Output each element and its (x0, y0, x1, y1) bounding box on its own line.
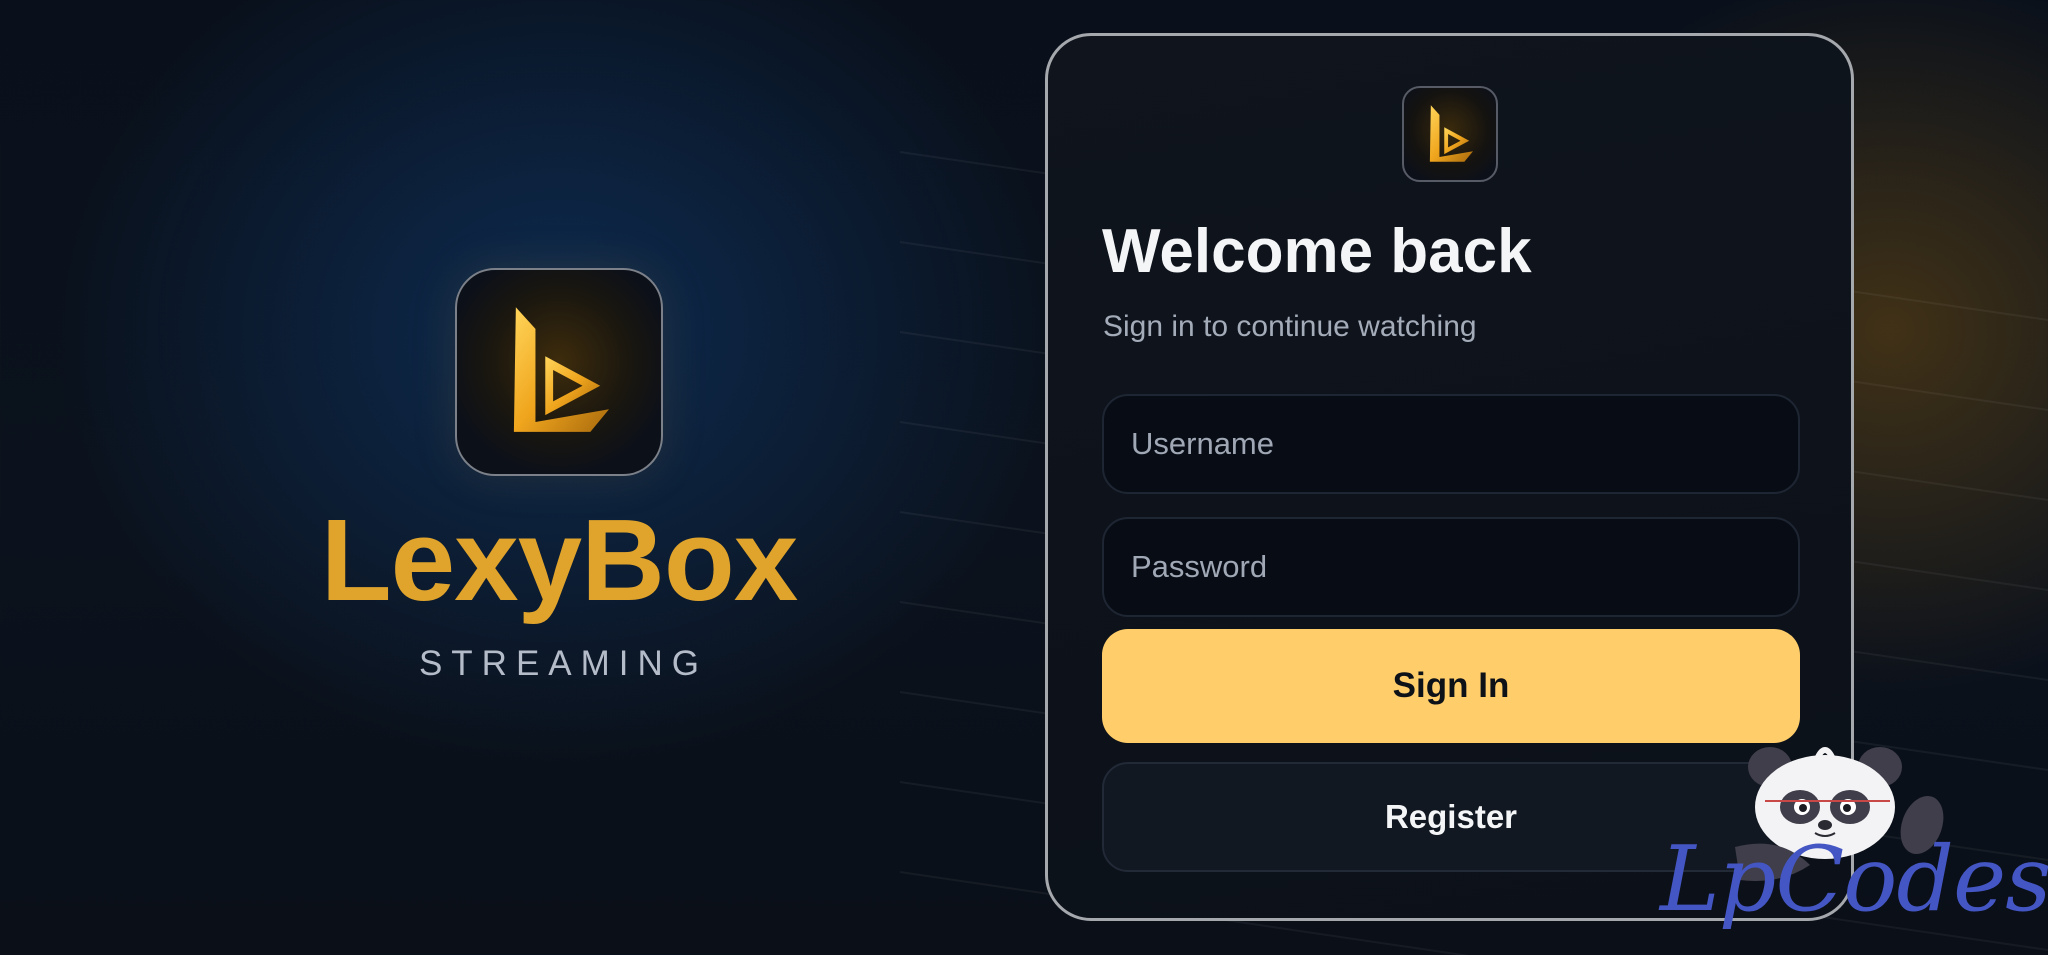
lexybox-logo-icon (455, 268, 663, 476)
page-title: Welcome back (1102, 217, 1532, 286)
lexybox-logo-small-icon (1402, 86, 1498, 182)
username-input[interactable] (1102, 394, 1800, 494)
watermark-text: LpCodes (1660, 827, 2048, 932)
sign-in-button[interactable]: Sign In (1102, 629, 1800, 743)
brand-name: LexyBox (320, 495, 799, 625)
brand-tagline: STREAMING (418, 644, 709, 683)
password-input[interactable] (1102, 517, 1800, 617)
page-subtitle: Sign in to continue watching (1103, 310, 1477, 343)
